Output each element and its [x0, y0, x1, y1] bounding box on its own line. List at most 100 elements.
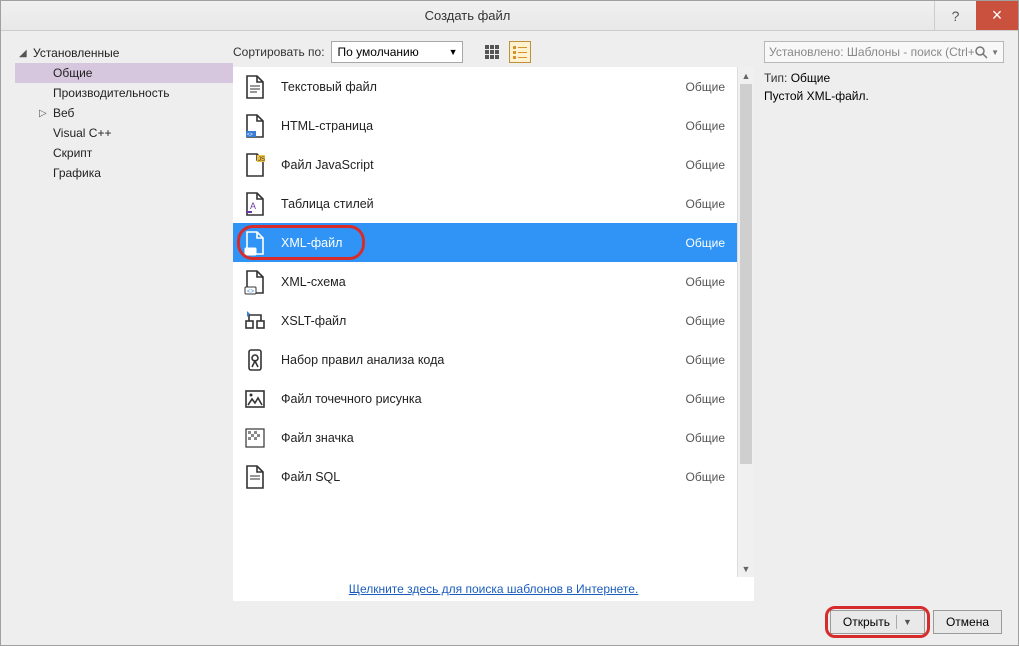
- template-item[interactable]: Текстовый файл Общие: [233, 67, 737, 106]
- template-name: XSLT-файл: [281, 314, 674, 328]
- template-item[interactable]: Файл точечного рисунка Общие: [233, 379, 737, 418]
- sql-icon: [241, 464, 269, 490]
- svg-text:<>: <>: [247, 250, 255, 256]
- help-button[interactable]: ?: [934, 1, 976, 30]
- template-name: Таблица стилей: [281, 197, 674, 211]
- tree-root-installed[interactable]: ◢ Установленные: [15, 43, 233, 63]
- footer: Открыть ▼ Отмена: [15, 601, 1004, 637]
- toolbar: Сортировать по: По умолчанию ▼: [233, 41, 754, 67]
- ico-icon: [241, 425, 269, 451]
- online-link-row: Щелкните здесь для поиска шаблонов в Инт…: [233, 577, 754, 601]
- template-category: Общие: [686, 119, 725, 133]
- template-category: Общие: [686, 314, 725, 328]
- ruleset-icon: [241, 347, 269, 373]
- xml-icon: <>: [241, 230, 269, 256]
- template-item[interactable]: Файл значка Общие: [233, 418, 737, 457]
- tree-item-label: Производительность: [53, 86, 169, 100]
- collapse-icon: ◢: [19, 48, 33, 59]
- sort-dropdown[interactable]: По умолчанию ▼: [331, 41, 463, 63]
- svg-text:<>: <>: [247, 289, 255, 295]
- tree-item-label: Общие: [53, 66, 92, 80]
- css-icon: A: [241, 191, 269, 217]
- cancel-button[interactable]: Отмена: [933, 610, 1002, 634]
- open-button[interactable]: Открыть ▼: [830, 610, 925, 634]
- template-name: XML-схема: [281, 275, 674, 289]
- tree-root-label: Установленные: [33, 46, 119, 60]
- xslt-icon: [241, 308, 269, 334]
- template-category: Общие: [686, 392, 725, 406]
- template-name: Файл JavaScript: [281, 158, 674, 172]
- html-icon: <>: [241, 113, 269, 139]
- template-name: Набор правил анализа кода: [281, 353, 674, 367]
- template-name: Файл значка: [281, 431, 674, 445]
- template-category: Общие: [686, 197, 725, 211]
- window-buttons: ? ×: [934, 1, 1018, 30]
- tree-item-label: Скрипт: [53, 146, 92, 160]
- search-icon: [974, 45, 988, 59]
- template-category: Общие: [686, 236, 725, 250]
- type-value: Общие: [791, 71, 830, 85]
- sort-label: Сортировать по:: [233, 45, 325, 59]
- search-online-link[interactable]: Щелкните здесь для поиска шаблонов в Инт…: [349, 582, 639, 596]
- template-category: Общие: [686, 275, 725, 289]
- template-category: Общие: [686, 80, 725, 94]
- template-name: Файл точечного рисунка: [281, 392, 674, 406]
- search-placeholder: Установлено: Шаблоны - поиск (Ctrl+: [769, 45, 974, 59]
- template-category: Общие: [686, 158, 725, 172]
- chevron-down-icon: ▼: [991, 48, 999, 57]
- tree-item[interactable]: Скрипт: [15, 143, 233, 163]
- doc-icon: [241, 74, 269, 100]
- tree-item[interactable]: Графика: [15, 163, 233, 183]
- template-item[interactable]: JS Файл JavaScript Общие: [233, 145, 737, 184]
- type-row: Тип: Общие: [764, 71, 1004, 85]
- titlebar: Создать файл ? ×: [1, 1, 1018, 31]
- template-item[interactable]: A Таблица стилей Общие: [233, 184, 737, 223]
- template-name: Текстовый файл: [281, 80, 674, 94]
- template-name: HTML-страница: [281, 119, 674, 133]
- svg-text:A: A: [250, 201, 256, 211]
- scroll-up-icon[interactable]: ▲: [738, 67, 754, 84]
- bmp-icon: [241, 386, 269, 412]
- template-item[interactable]: <> XML-схема Общие: [233, 262, 737, 301]
- template-list-wrap: Текстовый файлОбщие<>HTML-страницаОбщиеJ…: [233, 67, 754, 577]
- scroll-down-icon[interactable]: ▼: [738, 560, 754, 577]
- template-name: XML-файл: [281, 236, 674, 250]
- svg-text:JS: JS: [258, 157, 265, 163]
- chevron-down-icon: ▼: [903, 617, 912, 627]
- tree: ◢ Установленные ОбщиеПроизводительность▷…: [15, 43, 233, 183]
- search-box[interactable]: Установлено: Шаблоны - поиск (Ctrl+ ▼: [764, 41, 1004, 63]
- expand-icon: ▷: [39, 108, 53, 119]
- sort-value: По умолчанию: [338, 45, 419, 59]
- template-item[interactable]: Файл SQL Общие: [233, 457, 737, 496]
- tree-item-label: Visual C++: [53, 126, 111, 140]
- template-category: Общие: [686, 353, 725, 367]
- scrollbar[interactable]: ▲ ▼: [737, 67, 754, 577]
- tree-item[interactable]: Производительность: [15, 83, 233, 103]
- tree-item[interactable]: Visual C++: [15, 123, 233, 143]
- template-category: Общие: [686, 431, 725, 445]
- svg-text:<>: <>: [247, 132, 253, 138]
- main-area: ◢ Установленные ОбщиеПроизводительность▷…: [15, 41, 1004, 601]
- dialog-body: ◢ Установленные ОбщиеПроизводительность▷…: [1, 31, 1018, 645]
- window-title: Создать файл: [1, 8, 934, 23]
- details-pane: Установлено: Шаблоны - поиск (Ctrl+ ▼ Ти…: [754, 41, 1004, 601]
- scroll-thumb[interactable]: [740, 84, 752, 464]
- template-item[interactable]: XSLT-файл Общие: [233, 301, 737, 340]
- template-category: Общие: [686, 470, 725, 484]
- template-item[interactable]: <> XML-файл Общие: [233, 223, 737, 262]
- template-item[interactable]: <> HTML-страница Общие: [233, 106, 737, 145]
- open-label: Открыть: [843, 615, 890, 629]
- template-list[interactable]: Текстовый файлОбщие<>HTML-страницаОбщиеJ…: [233, 67, 737, 577]
- close-button[interactable]: ×: [976, 1, 1018, 30]
- tree-item[interactable]: Общие: [15, 63, 233, 83]
- template-pane: Сортировать по: По умолчанию ▼ Текстовый…: [233, 41, 754, 601]
- category-tree: ◢ Установленные ОбщиеПроизводительность▷…: [15, 41, 233, 601]
- view-grid-button[interactable]: [481, 41, 503, 63]
- description: Пустой XML-файл.: [764, 89, 1004, 103]
- tree-item[interactable]: ▷Веб: [15, 103, 233, 123]
- template-name: Файл SQL: [281, 470, 674, 484]
- template-item[interactable]: Набор правил анализа кода Общие: [233, 340, 737, 379]
- dialog-window: Создать файл ? × ◢ Установленные Общие Пр…: [0, 0, 1019, 646]
- js-icon: JS: [241, 152, 269, 178]
- view-list-button[interactable]: [509, 41, 531, 63]
